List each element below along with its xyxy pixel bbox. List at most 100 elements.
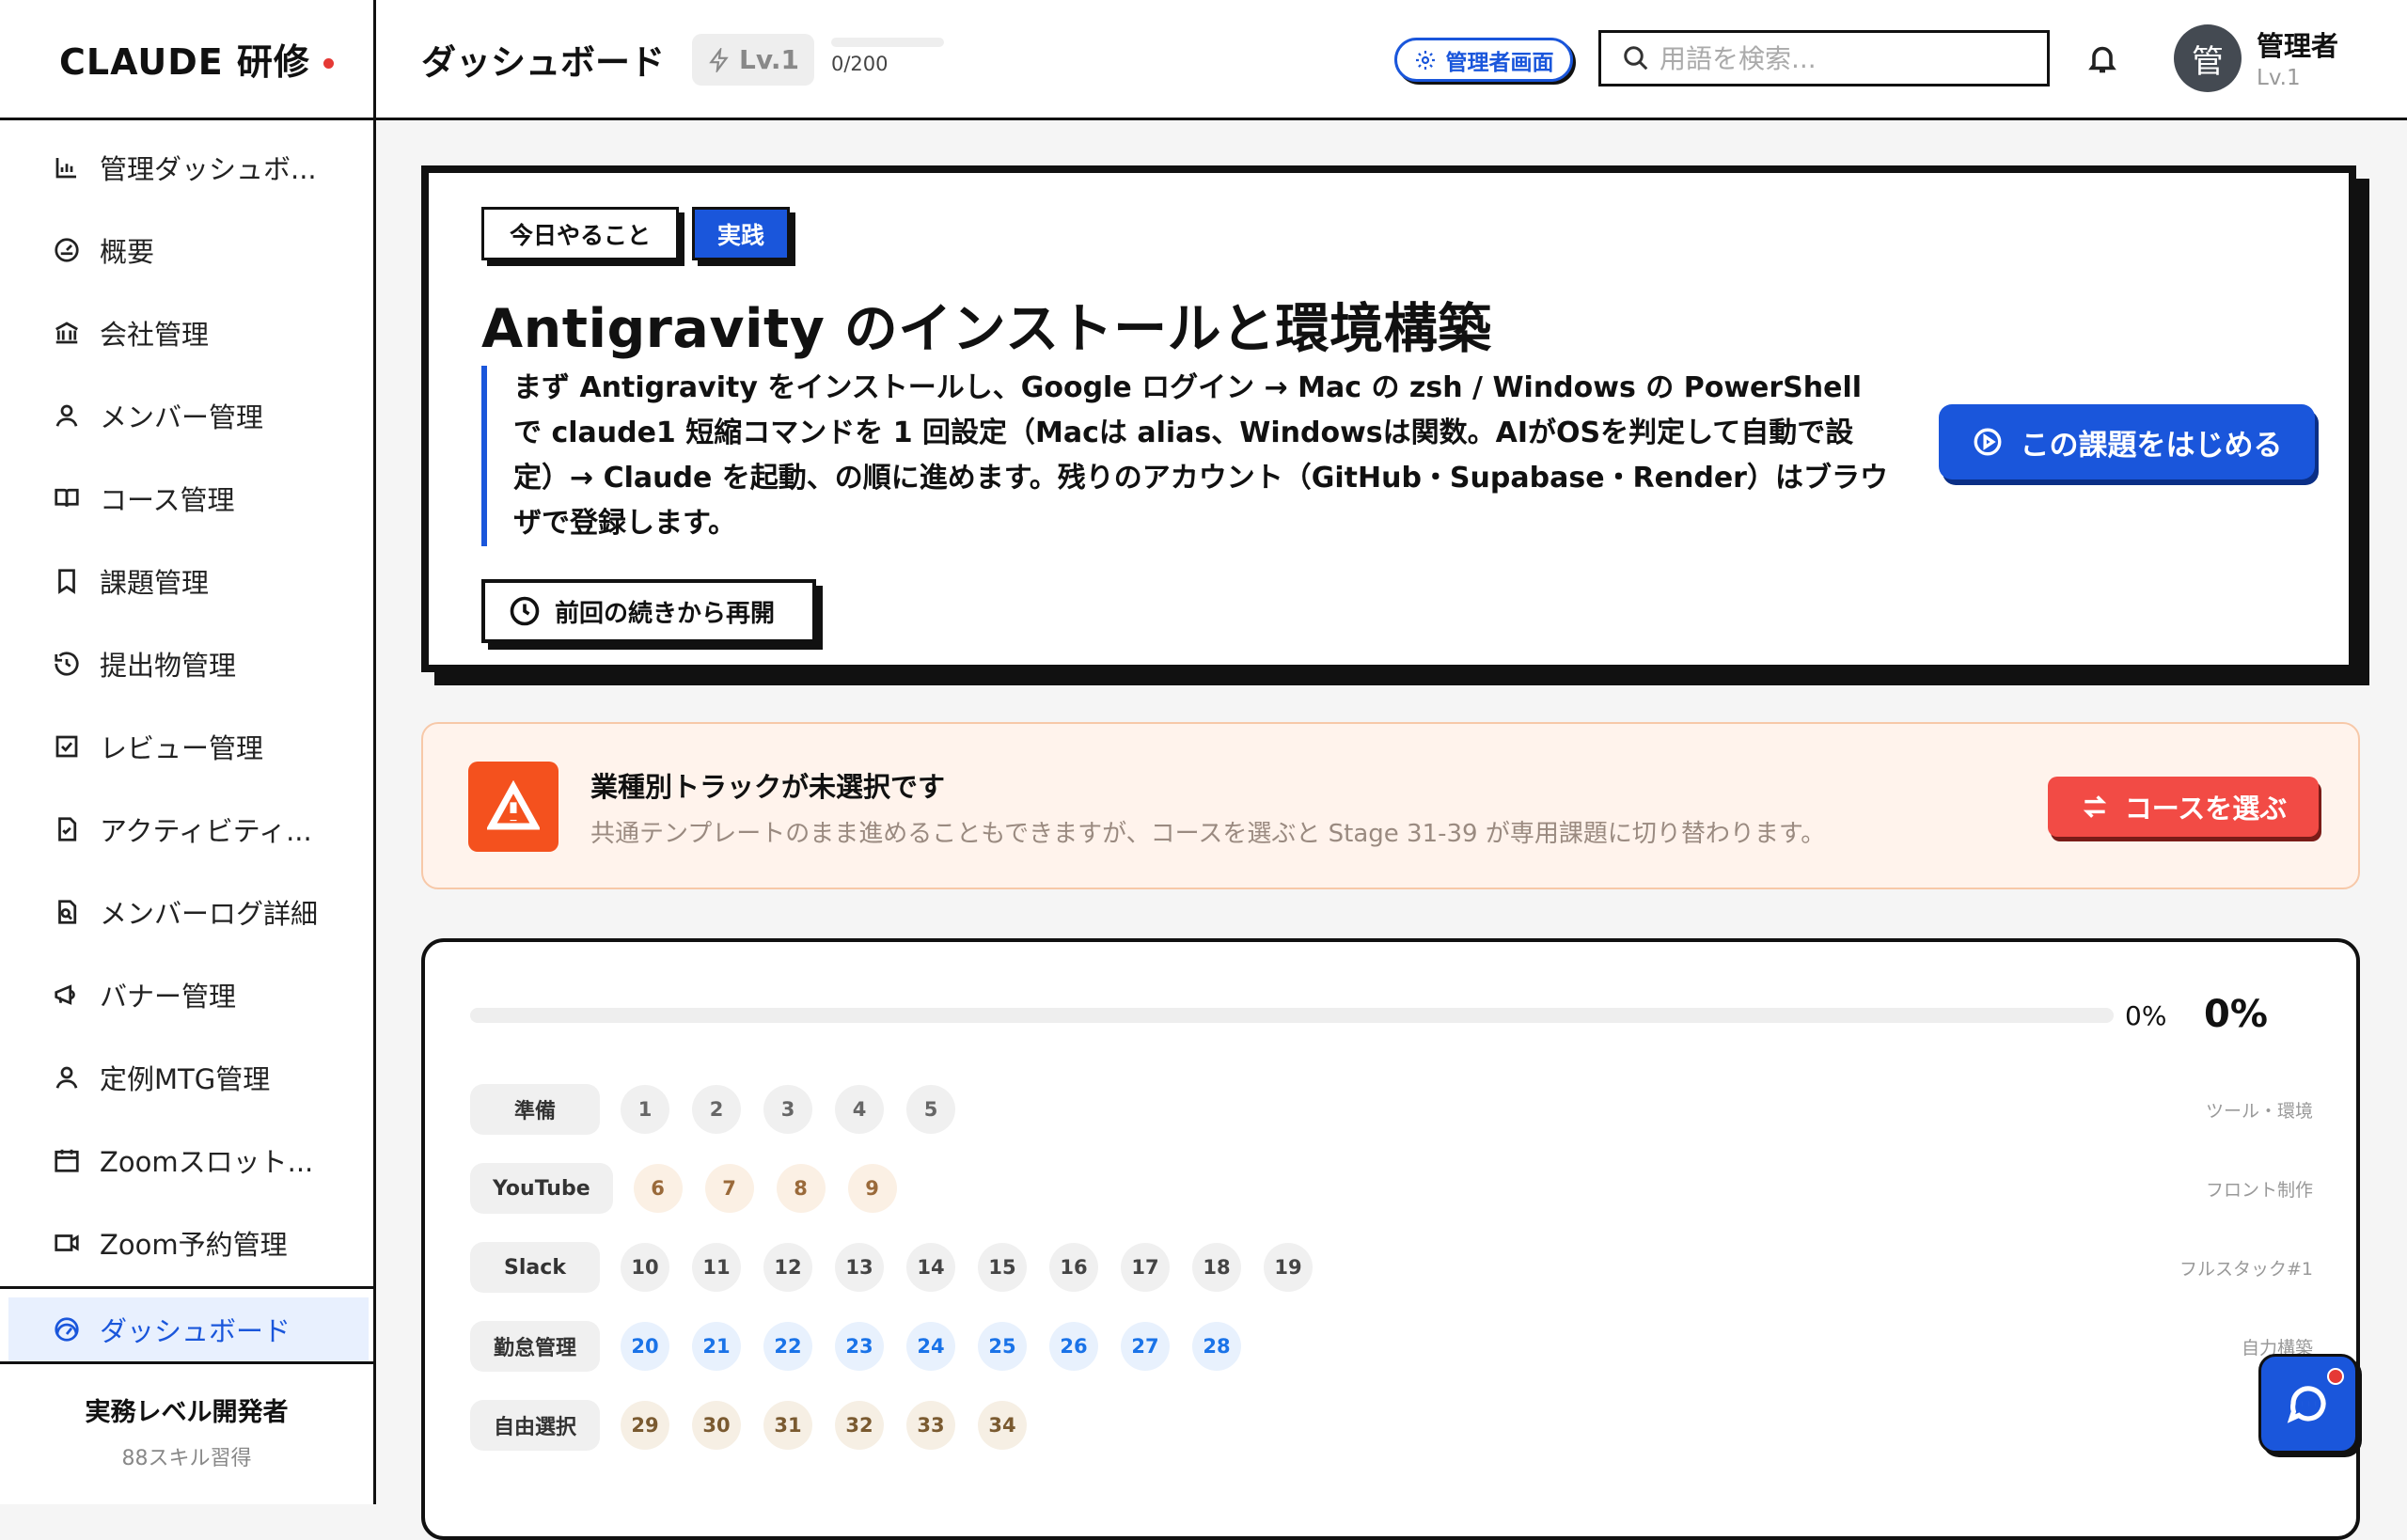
sidebar-item-label: メンバーログ詳細: [100, 898, 319, 930]
stage-dot[interactable]: 15: [978, 1243, 1027, 1292]
admin-screen-button[interactable]: 管理者画面: [1394, 38, 1573, 82]
choose-course-button[interactable]: コースを選ぶ: [2048, 777, 2319, 837]
warning-title: 業種別トラックが未選択です: [590, 771, 946, 803]
sidebar-item-2[interactable]: 会社管理: [0, 291, 373, 374]
gauge-icon: [55, 1317, 79, 1342]
brand-logo[interactable]: CLAUDE 研修: [0, 0, 373, 120]
level-label: Lv.1: [739, 44, 799, 75]
stage-row-note: ツール・環境: [2205, 1100, 2313, 1122]
sidebar-item-13[interactable]: Zoom予約管理: [0, 1202, 373, 1284]
stage-dot[interactable]: 4: [835, 1085, 884, 1134]
sidebar-item-11[interactable]: 定例MTG管理: [0, 1036, 373, 1119]
overall-progress-bar: [470, 1008, 2114, 1023]
stage-row-note: フルスタック#1: [2179, 1258, 2313, 1280]
avatar[interactable]: 管: [2174, 24, 2242, 92]
today-task-card: 今日やること 実践 Antigravity のインストールと環境構築 まず An…: [421, 165, 2356, 672]
sidebar-item-label: 概要: [100, 236, 155, 268]
sidebar-item-label: Zoom予約管理: [100, 1229, 288, 1261]
stage-dot[interactable]: 18: [1192, 1243, 1241, 1292]
search-box: [1598, 30, 2050, 86]
stage-dot[interactable]: 16: [1049, 1243, 1098, 1292]
stage-dot[interactable]: 5: [906, 1085, 955, 1134]
sidebar-item-9[interactable]: メンバーログ詳細: [0, 871, 373, 953]
search-input[interactable]: [1658, 41, 2019, 75]
stage-dot[interactable]: 29: [621, 1401, 669, 1450]
stage-row-label: Slack: [470, 1242, 600, 1293]
sidebar-item-5[interactable]: 課題管理: [0, 540, 373, 622]
sidebar-item-4[interactable]: コース管理: [0, 457, 373, 540]
sidebar-nav: 管理ダッシュボ... 概要会社管理メンバー管理コース管理課題管理提出物管理レビュー…: [0, 120, 373, 1284]
notification-button[interactable]: [2085, 39, 2119, 77]
stage-dot[interactable]: 14: [906, 1243, 955, 1292]
stage-row-label: 自由選択: [470, 1400, 600, 1451]
stage-dot[interactable]: 2: [692, 1085, 741, 1134]
search-icon: [1624, 46, 1648, 71]
sidebar-item-10[interactable]: バナー管理: [0, 953, 373, 1036]
gear-icon: [1415, 50, 1435, 70]
task-description: まず Antigravity をインストールし、Google ログイン → Ma…: [481, 366, 1892, 546]
calendar-icon: [53, 1146, 81, 1174]
activity-doc-icon: [53, 815, 81, 843]
stage-dot[interactable]: 8: [776, 1164, 826, 1213]
sidebar-item-dashboard[interactable]: ダッシュボード: [8, 1297, 369, 1361]
sidebar-item-label: 課題管理: [100, 567, 210, 599]
sidebar-item-6[interactable]: 提出物管理: [0, 622, 373, 705]
user-name: 管理者: [2257, 30, 2339, 62]
stage-dot[interactable]: 30: [692, 1401, 741, 1450]
stage-dot[interactable]: 1: [621, 1085, 669, 1134]
bookmark-icon: [53, 567, 81, 595]
stage-dot[interactable]: 25: [978, 1322, 1027, 1371]
gauge-icon: [53, 236, 81, 264]
stage-dot[interactable]: 6: [633, 1164, 683, 1213]
check-square-icon: [53, 732, 81, 761]
stage-dot[interactable]: 28: [1192, 1322, 1241, 1371]
stage-dot[interactable]: 20: [621, 1322, 669, 1371]
stage-dot[interactable]: 9: [847, 1164, 897, 1213]
resume-button[interactable]: 前回の続きから再開: [481, 579, 816, 643]
sidebar-item-3[interactable]: メンバー管理: [0, 374, 373, 457]
sidebar-item-label: 提出物管理: [100, 650, 237, 682]
stage-dot[interactable]: 19: [1264, 1243, 1313, 1292]
stage-dot[interactable]: 10: [621, 1243, 669, 1292]
stage-dot[interactable]: 24: [906, 1322, 955, 1371]
choose-course-label: コースを選ぶ: [2124, 793, 2288, 825]
stage-dot[interactable]: 17: [1121, 1243, 1170, 1292]
stage-dot[interactable]: 7: [704, 1164, 754, 1213]
brand-name: CLAUDE 研修: [59, 41, 310, 83]
level-subtitle: 88スキル習得: [121, 1447, 252, 1470]
warning-text: 共通テンプレートのまま進めることもできますが、コースを選ぶと Stage 31-…: [590, 820, 1826, 848]
stage-dot[interactable]: 32: [835, 1401, 884, 1450]
stage-dot[interactable]: 12: [763, 1243, 812, 1292]
sidebar-item-label: ダッシュボード: [100, 1315, 291, 1347]
sidebar-item-1[interactable]: 概要: [0, 209, 373, 291]
stage-dot[interactable]: 13: [835, 1243, 884, 1292]
start-task-button[interactable]: この課題をはじめる: [1939, 404, 2315, 479]
stage-dot[interactable]: 33: [906, 1401, 955, 1450]
stage-dot[interactable]: 23: [835, 1322, 884, 1371]
sidebar-item-label: Zoomスロット...: [100, 1146, 314, 1178]
stage-dot[interactable]: 22: [763, 1322, 812, 1371]
stage-dot[interactable]: 27: [1121, 1322, 1170, 1371]
sidebar-item-0[interactable]: 管理ダッシュボ...: [0, 126, 373, 209]
stage-dot[interactable]: 26: [1049, 1322, 1098, 1371]
stage-dot[interactable]: 3: [763, 1085, 812, 1134]
sidebar-item-label: 会社管理: [100, 319, 210, 351]
sidebar-divider: [0, 1286, 373, 1289]
stage-dot[interactable]: 34: [978, 1401, 1027, 1450]
stage-row-note: フロント制作: [2205, 1179, 2313, 1201]
stage-dot[interactable]: 11: [692, 1243, 741, 1292]
video-icon: [53, 1229, 81, 1257]
stage-row: Slack 10 11 12 13 14 15 16 17 18 19 フルスタック#1: [470, 1241, 2313, 1294]
sidebar-divider: [0, 1361, 373, 1364]
sidebar-item-12[interactable]: Zoomスロット...: [0, 1119, 373, 1202]
play-circle-icon: [1974, 428, 2001, 456]
chat-button[interactable]: [2258, 1354, 2358, 1454]
stage-dot[interactable]: 21: [692, 1322, 741, 1371]
sidebar-item-label: コース管理: [100, 484, 235, 516]
sidebar-item-8[interactable]: アクティビティ...: [0, 788, 373, 871]
swap-icon: [2083, 795, 2106, 818]
stage-dot[interactable]: 31: [763, 1401, 812, 1450]
sidebar-item-7[interactable]: レビュー管理: [0, 705, 373, 788]
sidebar-item-label: 定例MTG管理: [100, 1063, 271, 1095]
today-tag: 今日やること: [481, 207, 679, 260]
